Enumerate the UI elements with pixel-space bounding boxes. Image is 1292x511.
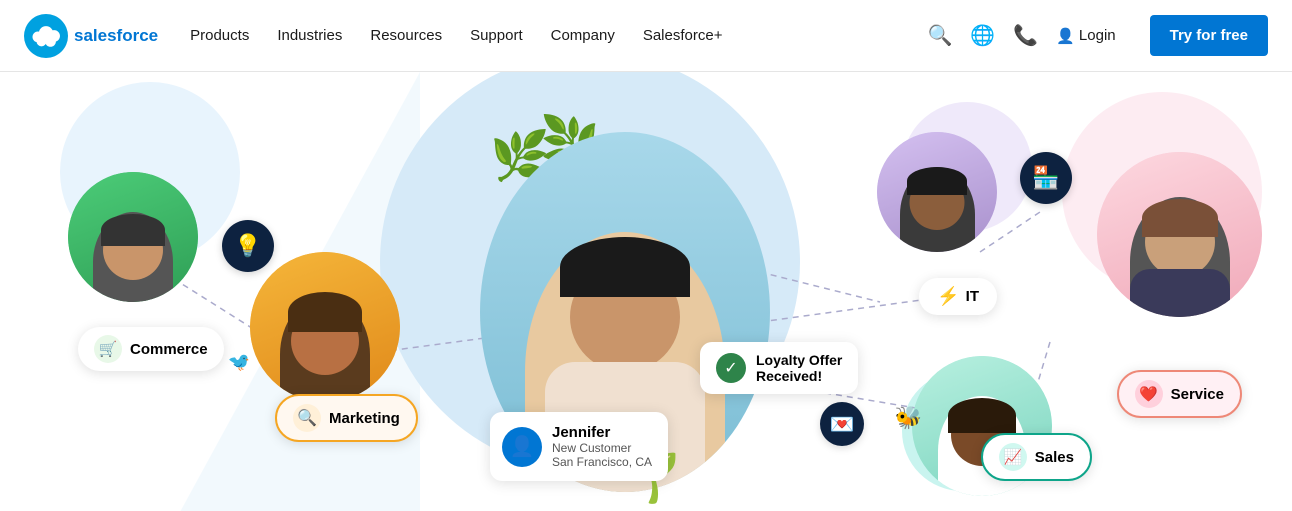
login-button[interactable]: 👤 Login	[1056, 27, 1115, 45]
search-icon[interactable]: 🔍	[928, 23, 953, 48]
salesforce-logo	[24, 14, 68, 58]
marketing-icon: 🔍	[293, 404, 321, 432]
message-icon: 💌	[830, 412, 855, 437]
sales-label: Sales	[1035, 449, 1074, 466]
nav-icons: 🔍 🌐 📞 👤 Login Try for free	[928, 15, 1268, 56]
nav-item-resources[interactable]: Resources	[370, 27, 442, 44]
lightbulb-icon-circle: 💡	[222, 220, 274, 272]
jennifer-card: 👤 Jennifer New Customer San Francisco, C…	[490, 412, 668, 481]
loyalty-text: Loyalty Offer Received!	[756, 352, 842, 384]
lightbulb-icon: 💡	[234, 233, 261, 259]
jennifer-name: Jennifer	[552, 424, 652, 441]
loyalty-title: Loyalty Offer	[756, 352, 842, 368]
nav-item-company[interactable]: Company	[551, 27, 615, 44]
jennifer-line2: New Customer	[552, 441, 652, 455]
hero-section: 💡 🏪 💌 🛒 Commerce 🔍 Marketing ⚡ IT ✓ Loya…	[0, 72, 1292, 511]
nav-links: Products Industries Resources Support Co…	[190, 27, 927, 44]
avatar-man	[68, 172, 198, 302]
nav-item-support[interactable]: Support	[470, 27, 523, 44]
avatar-woman-purple	[877, 132, 997, 252]
loyalty-card: ✓ Loyalty Offer Received!	[700, 342, 858, 394]
try-for-free-button[interactable]: Try for free	[1150, 15, 1268, 56]
logo-text: salesforce	[74, 26, 158, 46]
commerce-label: Commerce	[130, 341, 208, 358]
lightning-icon: ⚡	[937, 286, 959, 307]
message-icon-circle: 💌	[820, 402, 864, 446]
service-label: Service	[1171, 386, 1224, 403]
avatar-woman-orange	[250, 252, 400, 402]
nav-item-products[interactable]: Products	[190, 27, 249, 44]
commerce-icon: 🛒	[94, 335, 122, 363]
person-icon: 👤	[1056, 27, 1075, 45]
logo[interactable]: salesforce	[24, 14, 158, 58]
marketing-label: Marketing	[329, 410, 400, 427]
jennifer-info: Jennifer New Customer San Francisco, CA	[552, 424, 652, 469]
it-badge: ⚡ IT	[919, 278, 997, 315]
phone-icon[interactable]: 📞	[1013, 23, 1038, 48]
globe-icon[interactable]: 🌐	[970, 23, 995, 48]
nav-item-industries[interactable]: Industries	[277, 27, 342, 44]
service-pill: ❤️ Service	[1117, 370, 1242, 418]
service-icon: ❤️	[1135, 380, 1163, 408]
marketing-pill: 🔍 Marketing	[275, 394, 418, 442]
store-icon-circle: 🏪	[1020, 152, 1072, 204]
loyalty-subtitle: Received!	[756, 368, 842, 384]
bee-icon: 🐝	[895, 405, 922, 431]
navbar: salesforce Products Industries Resources…	[0, 0, 1292, 72]
jennifer-line3: San Francisco, CA	[552, 455, 652, 469]
hummingbird-icon: 🐦	[228, 352, 250, 373]
sales-icon: 📈	[999, 443, 1027, 471]
it-label: IT	[966, 288, 979, 305]
nav-item-salesforce-plus[interactable]: Salesforce+	[643, 27, 723, 44]
check-icon: ✓	[716, 353, 746, 383]
sales-pill: 📈 Sales	[981, 433, 1092, 481]
store-icon: 🏪	[1032, 165, 1059, 191]
login-label: Login	[1079, 27, 1116, 44]
avatar-woman-pink	[1097, 152, 1262, 317]
commerce-pill: 🛒 Commerce	[78, 327, 224, 371]
jennifer-avatar: 👤	[502, 427, 542, 467]
